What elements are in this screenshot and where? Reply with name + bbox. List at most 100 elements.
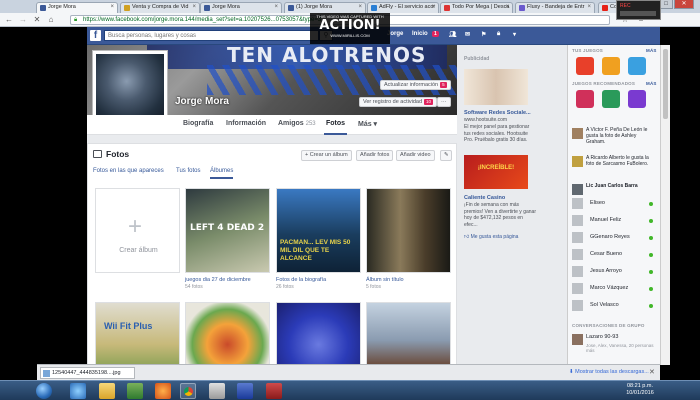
group-item[interactable]: Jose, Alex, Vanessa, 20 personas más <box>572 342 657 358</box>
word-icon[interactable] <box>237 383 253 399</box>
scrollbar-thumb[interactable] <box>663 49 668 119</box>
chrome-icon[interactable] <box>180 383 196 399</box>
create-album-button[interactable]: + Crear un álbum <box>301 150 352 161</box>
notifications-icon[interactable]: ⚑ <box>481 31 486 38</box>
game-icon[interactable] <box>628 90 646 108</box>
profile-name[interactable]: Jorge Mora <box>175 96 229 107</box>
action-recorder-icon[interactable] <box>266 383 282 399</box>
rec-label: REC <box>620 3 631 9</box>
account-menu-icon[interactable]: ▾ <box>513 31 516 38</box>
file-explorer-icon[interactable] <box>99 383 115 399</box>
tab-fotos[interactable]: Fotos <box>323 120 348 135</box>
create-album-tile[interactable]: + Crear álbum <box>95 188 180 276</box>
game-icon[interactable] <box>628 57 646 75</box>
ad-like-link[interactable]: 👍︎ Me gusta esta página <box>464 234 518 241</box>
home-icon[interactable]: ⌂ <box>46 15 56 25</box>
tab-amigos[interactable]: Amigos 253 <box>278 120 316 127</box>
browser-tab[interactable]: Fluxy - Bandeja de Entr × <box>515 2 595 13</box>
game-icon[interactable] <box>576 90 594 108</box>
update-info-badge: 5 <box>440 82 447 88</box>
reload-icon[interactable]: ✕ <box>32 15 42 25</box>
more-options-button[interactable]: ··· <box>437 97 451 107</box>
download-item[interactable]: 12540447_444835198....jpg <box>40 367 135 379</box>
album-tile[interactable]: Álbum sin título 5 fotos <box>366 188 451 290</box>
privacy-icon[interactable]: 🔒︎ <box>497 31 500 38</box>
facebook-logo-icon[interactable]: f <box>90 30 101 41</box>
browser-tab[interactable]: Jorge Mora × <box>200 2 282 13</box>
tab-biografia[interactable]: Biografía <box>183 120 213 127</box>
close-tab-icon[interactable]: × <box>358 4 362 10</box>
edit-pencil-icon[interactable]: ✎ <box>440 150 452 161</box>
tab-mas[interactable]: Más ▾ <box>358 120 377 128</box>
game-icon[interactable] <box>602 90 620 108</box>
forward-button[interactable]: → <box>18 15 28 25</box>
internet-explorer-icon[interactable] <box>70 383 86 399</box>
album-cover[interactable]: LEFT 4 DEAD 2 <box>185 188 270 273</box>
maximize-button[interactable]: □ <box>659 0 673 9</box>
messages-icon[interactable]: ✉︎ <box>465 31 470 38</box>
browser-tab[interactable]: AdFly - El servicio acor × <box>367 2 439 13</box>
tab-label: Amigos <box>278 120 304 127</box>
friend-item[interactable]: Eliseo <box>572 197 657 213</box>
close-tab-icon[interactable]: × <box>274 4 278 10</box>
close-tab-icon[interactable]: × <box>110 4 114 10</box>
activity-log-button[interactable]: Ver registro de actividad 10 <box>359 97 438 107</box>
close-tab-icon[interactable]: × <box>431 4 435 10</box>
browser-tab[interactable]: (1) Jorge Mora × <box>284 2 366 13</box>
lock-icon: 🔒︎ <box>74 17 78 23</box>
friend-item[interactable]: GGenaro Reyes <box>572 231 657 247</box>
close-downloads-icon[interactable]: ✕ <box>649 368 655 376</box>
album-name[interactable]: Fotos de la biografía <box>276 277 326 283</box>
update-info-button[interactable]: Actualizar información 5 <box>380 80 451 90</box>
activity-item[interactable]: A Víctor F. Peña De León le gusta la fot… <box>572 127 657 145</box>
friend-item[interactable]: Cesar Bueno <box>572 248 657 264</box>
game-icon[interactable] <box>602 57 620 75</box>
album-name[interactable]: juegos dia 27 de diciembre <box>185 277 251 283</box>
activity-item[interactable]: A Ricardo Alberto le gusta la foto de Sa… <box>572 155 657 173</box>
games-header: TUS JUEGOS <box>572 48 604 53</box>
ad-image[interactable] <box>464 69 528 105</box>
friend-item[interactable]: Sol Velasco <box>572 299 657 315</box>
close-tab-icon[interactable]: × <box>505 4 509 10</box>
system-clock[interactable]: 08:21 p.m. 10/01/2016 <box>620 383 660 397</box>
friend-item[interactable]: Marco Vázquez <box>572 282 657 298</box>
back-button[interactable]: ← <box>4 15 14 25</box>
home-link[interactable]: Inicio <box>412 31 428 37</box>
update-info-label: Actualizar información <box>384 82 439 88</box>
start-button[interactable] <box>36 383 52 399</box>
close-tab-icon[interactable]: × <box>587 4 591 10</box>
browser-tab[interactable]: Jorge Mora × <box>36 2 118 13</box>
show-all-downloads-link[interactable]: ⬇︎ Mostrar todas las descargas... <box>569 369 649 375</box>
game-icon[interactable] <box>576 57 594 75</box>
album-cover[interactable]: PACMAN... LEV MIS 50 MIL DIL QUE TE ALCA… <box>276 188 361 273</box>
browser-tab[interactable]: Todo Por Mega | Desca × <box>440 2 513 13</box>
friend-requests-icon[interactable]: 👥︎ <box>449 31 457 38</box>
friend-item[interactable]: Jesus Arroyo <box>572 265 657 281</box>
ad-image[interactable]: ¡INCREÍBLE! <box>464 155 528 189</box>
ad-title[interactable]: Software Redes Sociale... <box>464 110 534 116</box>
app-icon[interactable] <box>209 383 225 399</box>
games-more-link[interactable]: MÁS <box>646 48 657 53</box>
album-cover[interactable] <box>366 188 451 273</box>
recommended-more-link[interactable]: MÁS <box>646 81 657 86</box>
page-scrollbar[interactable] <box>660 45 670 365</box>
tab-informacion[interactable]: Información <box>226 120 266 127</box>
tab-label: Más ▾ <box>358 121 378 128</box>
firefox-icon[interactable] <box>155 383 171 399</box>
media-player-icon[interactable] <box>127 383 143 399</box>
subtab-fotos-apareces[interactable]: Fotos en las que apareces <box>93 168 164 174</box>
search-input[interactable]: Busca personas, lugares y cosas <box>104 30 319 41</box>
friend-item[interactable]: Manuel Feliz <box>572 214 657 230</box>
ad-title[interactable]: Caliente Casino <box>464 195 505 201</box>
album-name[interactable]: Álbum sin título <box>366 277 404 283</box>
close-window-button[interactable]: ✕ <box>674 0 694 9</box>
add-video-button[interactable]: Añadir video <box>396 150 435 161</box>
add-photos-button[interactable]: Añadir fotos <box>356 150 394 161</box>
album-tile[interactable]: LEFT 4 DEAD 2 juegos dia 27 de diciembre… <box>185 188 270 290</box>
subtab-tus-fotos[interactable]: Tus fotos <box>176 168 200 174</box>
subtab-albumes[interactable]: Álbumes <box>210 168 234 179</box>
browser-tab[interactable]: Venta y Compra de Vid × <box>120 2 200 13</box>
album-tile[interactable]: PACMAN... LEV MIS 50 MIL DIL QUE TE ALCA… <box>276 188 361 290</box>
create-album-tile-label: Crear álbum <box>119 247 158 254</box>
close-tab-icon[interactable]: × <box>192 4 196 10</box>
